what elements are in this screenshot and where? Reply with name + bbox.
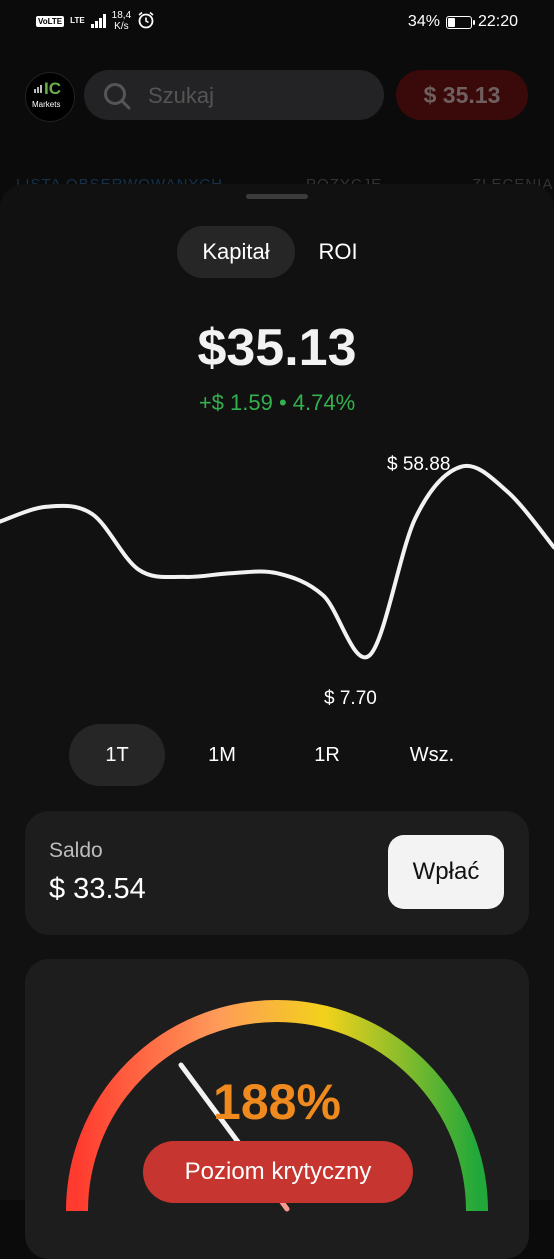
period-1m[interactable]: 1M: [174, 724, 270, 786]
network-speed: 18,4 K/s: [112, 10, 131, 32]
alarm-icon: [137, 11, 155, 32]
logo-text: IC: [44, 79, 61, 98]
speed-unit: K/s: [114, 21, 129, 32]
status-bar: VoLTE LTE 18,4 K/s 34% 22:20: [0, 0, 554, 46]
balance-button[interactable]: $ 35.13: [396, 70, 528, 120]
toggle-equity[interactable]: Kapitał: [177, 226, 295, 278]
equity-change: +$ 1.59 • 4.74%: [198, 390, 356, 415]
broker-logo[interactable]: IC Markets: [25, 72, 75, 122]
balance-card: Saldo $ 33.54 Wpłać: [25, 811, 529, 935]
period-1d[interactable]: 1T: [69, 724, 165, 786]
status-right: 34% 22:20: [408, 13, 518, 31]
period-all[interactable]: Wsz.: [384, 724, 480, 786]
speed-value: 18,4: [111, 10, 132, 21]
portfolio-sheet: Kapitał ROI $35.13 +$ 1.59 • 4.74% $ 58.…: [0, 184, 554, 1259]
top-bar: IC Markets $ 35.13: [0, 70, 554, 122]
lte-label: LTE: [70, 16, 85, 25]
search-icon: [102, 81, 132, 116]
equity-chart[interactable]: [0, 434, 554, 694]
equity-value: $35.13: [197, 319, 357, 377]
search-bar[interactable]: [84, 70, 384, 122]
logo-subtext: Markets: [32, 100, 61, 109]
balance-value: $ 33.54: [49, 873, 146, 905]
battery-icon: [445, 15, 475, 29]
chart-min-label: $ 7.70: [324, 688, 377, 709]
battery-fill: [447, 17, 456, 27]
margin-level-value: 188%: [213, 1074, 341, 1130]
drag-handle[interactable]: [246, 194, 308, 199]
volte-icon: VoLTE: [36, 15, 65, 27]
battery-percent: 34%: [407, 13, 440, 30]
period-1y[interactable]: 1R: [279, 724, 375, 786]
toggle-roi[interactable]: ROI: [300, 226, 376, 278]
logo-bars-icon: [34, 85, 42, 93]
deposit-button[interactable]: Wpłać: [388, 835, 504, 909]
signal-icon: [90, 14, 106, 28]
margin-level-card: 188% Poziom krytyczny: [25, 959, 529, 1259]
clock: 22:20: [477, 13, 518, 30]
balance-label: Saldo: [49, 839, 103, 862]
margin-status-badge[interactable]: Poziom krytyczny: [143, 1141, 413, 1203]
chart-max-label: $ 58.88: [387, 454, 451, 475]
status-left: VoLTE LTE 18,4 K/s: [36, 10, 155, 32]
search-input[interactable]: [146, 70, 370, 122]
equity-line: [0, 463, 554, 660]
